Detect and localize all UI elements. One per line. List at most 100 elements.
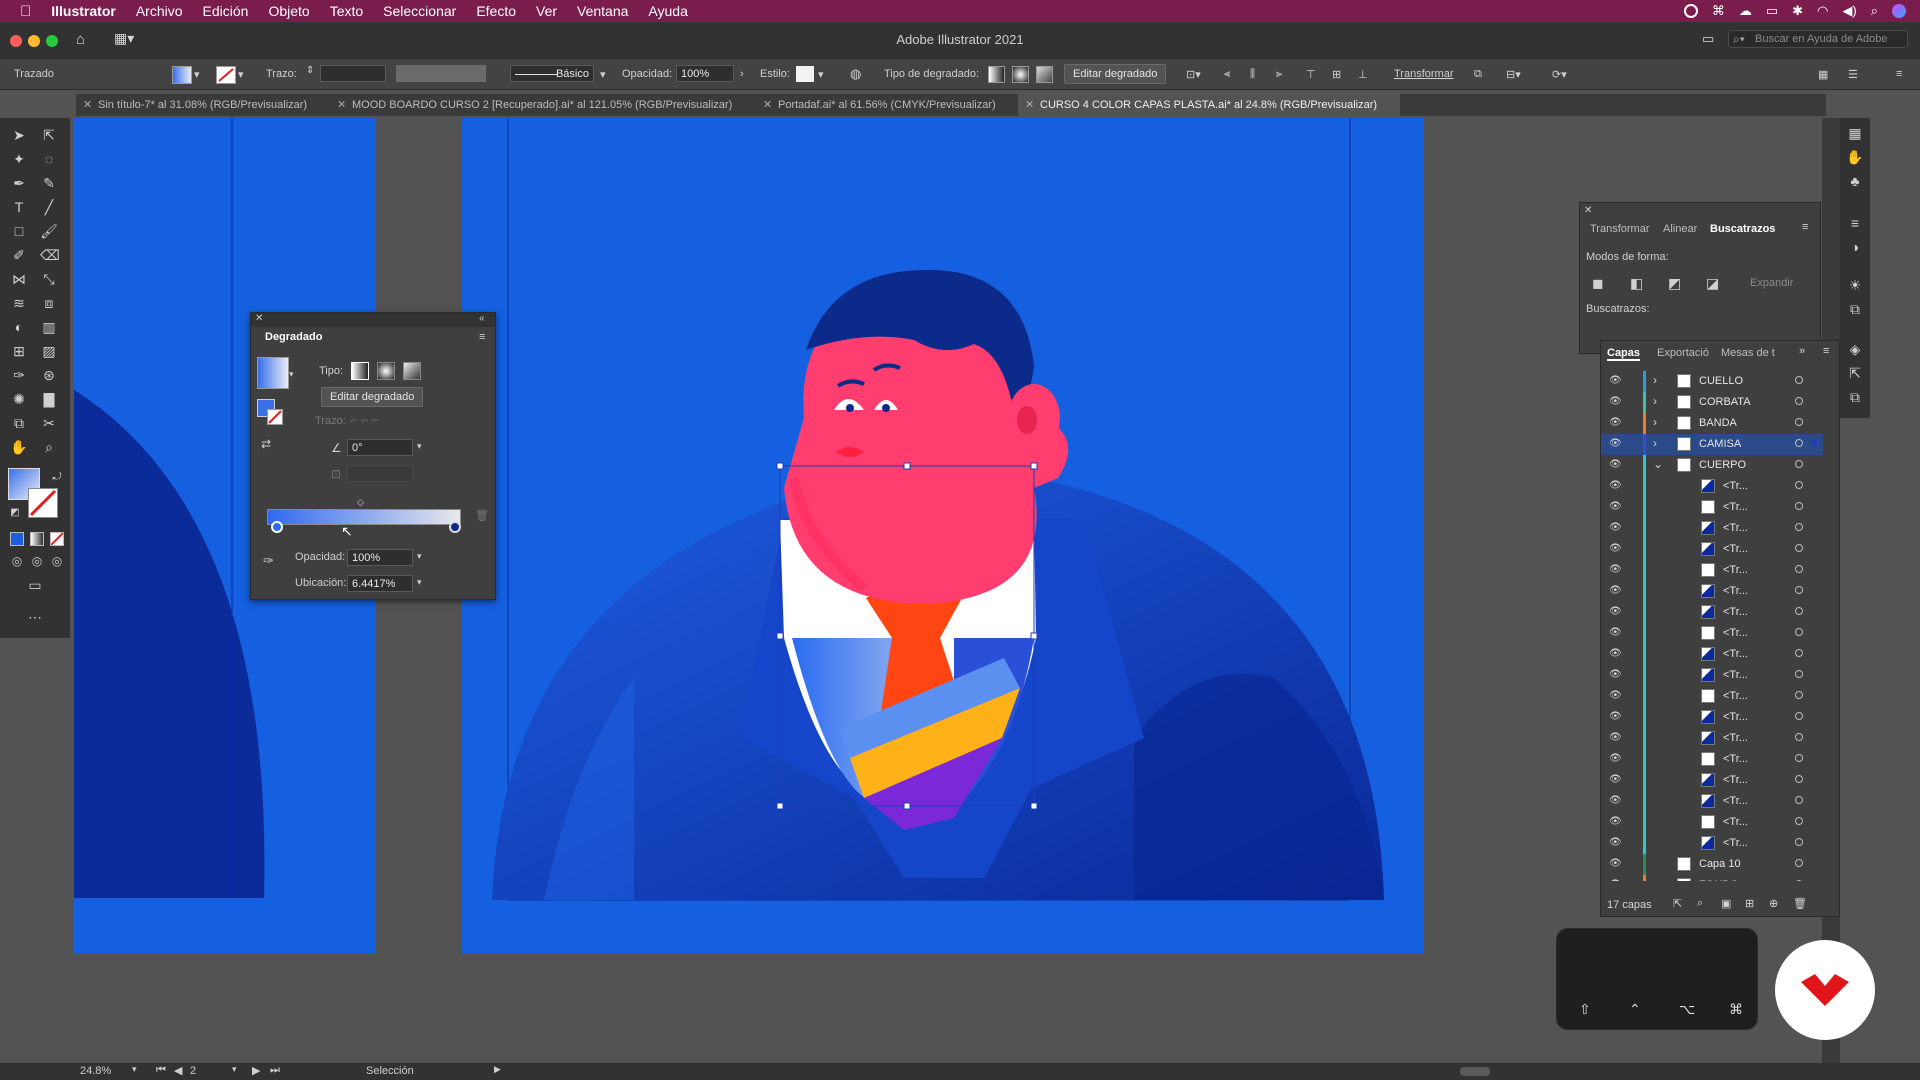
shape-builder-tool-icon[interactable]: ◐ [10, 318, 28, 336]
intersect-icon[interactable]: ◩ [1668, 275, 1681, 292]
status-arrow-icon[interactable]: ▶ [494, 1064, 501, 1075]
target-circle-icon[interactable] [1795, 712, 1803, 720]
target-circle-icon[interactable] [1795, 775, 1803, 783]
visibility-eye-icon[interactable]: 👁 [1609, 732, 1622, 743]
opacity-more-icon[interactable]: › [740, 68, 744, 80]
edit-gradient-button[interactable]: Editar degradado [1064, 64, 1167, 84]
width-tool-icon[interactable]: ≋ [10, 294, 28, 312]
stop-opacity-field[interactable]: 100% [347, 549, 413, 566]
mesh-tool-icon[interactable]: ⊞ [10, 342, 28, 360]
tab-align[interactable]: Alinear [1663, 223, 1697, 235]
reverse-gradient-icon[interactable]: ⇄ [261, 437, 271, 451]
swap-fill-stroke-icon[interactable]: ⤾ [48, 468, 66, 486]
menu-seleccionar[interactable]: Seleccionar [383, 3, 456, 19]
reflect-tool-icon[interactable]: ⋈ [10, 270, 28, 288]
angle-field[interactable]: 0° [347, 439, 413, 456]
layer-row[interactable]: 👁 <Tr... [1601, 518, 1823, 539]
fill-swatch[interactable] [172, 66, 192, 84]
target-circle-icon[interactable] [1795, 817, 1803, 825]
shaper-tool-icon[interactable]: ✐ [10, 246, 28, 264]
chevron-down-icon[interactable]: ⌄ [1653, 457, 1663, 471]
layer-list[interactable]: 👁 › CUELLO 👁 › CORBATA 👁 › BANDA 👁 › CAMISA 👁 ⌄ CUERPO… [1601, 371, 1825, 881]
record-icon[interactable] [1683, 4, 1698, 18]
apple-icon[interactable]:  [20, 3, 31, 20]
layer-row[interactable]: 👁 <Tr... [1601, 728, 1823, 749]
layer-row[interactable]: 👁 <Tr... [1601, 833, 1823, 854]
tab-mood-board[interactable]: ✕ MOOD BOARDO CURSO 2 [Recuperado].ai* al… [330, 94, 732, 116]
visibility-eye-icon[interactable]: 👁 [1609, 837, 1622, 848]
display-icon[interactable]: ▭ [1766, 3, 1778, 19]
target-circle-icon[interactable] [1795, 880, 1803, 881]
type-tool-icon[interactable]: T [10, 198, 28, 216]
layer-row[interactable]: 👁 <Tr... [1601, 539, 1823, 560]
target-circle-icon[interactable] [1795, 649, 1803, 657]
graphic-styles-icon[interactable]: ⧉ [1846, 300, 1864, 318]
align-left-icon[interactable]: ⫷ [1224, 68, 1230, 81]
layer-row[interactable]: 👁 › BANDA [1601, 413, 1823, 434]
visibility-eye-icon[interactable]: 👁 [1609, 480, 1622, 491]
visibility-eye-icon[interactable]: 👁 [1609, 648, 1622, 659]
target-circle-icon[interactable] [1795, 796, 1803, 804]
target-circle-icon[interactable] [1795, 670, 1803, 678]
stroke-weight-field[interactable] [320, 65, 386, 82]
gradient-mode-icon[interactable] [30, 532, 44, 546]
tab-pathfinder[interactable]: Buscatrazos [1710, 223, 1775, 235]
volume-icon[interactable]: ◀) [1842, 3, 1856, 19]
target-circle-icon[interactable] [1795, 460, 1803, 468]
layer-row[interactable]: 👁 <Tr... [1601, 812, 1823, 833]
target-circle-icon[interactable] [1795, 565, 1803, 573]
last-artboard-icon[interactable]: ⏭ [270, 1064, 280, 1077]
layer-row[interactable]: 👁 <Tr... [1601, 707, 1823, 728]
layer-row[interactable]: 👁 Capa 10 [1601, 854, 1823, 875]
chevron-right-icon[interactable]: › [1653, 415, 1657, 429]
opacity-field[interactable]: 100% [676, 65, 734, 82]
arrange-icon[interactable]: ⊟▾ [1506, 68, 1521, 81]
arrange-docs-icon[interactable]: ▭ [1702, 31, 1714, 47]
visibility-eye-icon[interactable]: 👁 [1609, 774, 1622, 785]
isolate-icon[interactable]: ⧉ [1474, 68, 1482, 81]
gradient-preview-swatch[interactable] [257, 357, 289, 389]
draw-inside-icon[interactable]: ◎ [48, 552, 66, 570]
blend-tool-icon[interactable]: ⊛ [40, 366, 58, 384]
style-swatch[interactable] [796, 66, 814, 82]
visibility-eye-icon[interactable]: 👁 [1609, 711, 1622, 722]
tab-sin-titulo[interactable]: ✕ Sin título-7* al 31.08% (RGB/Previsuali… [76, 94, 336, 116]
gradient-tool-icon[interactable]: ▨ [40, 342, 58, 360]
symbol-sprayer-tool-icon[interactable]: ✺ [10, 390, 28, 408]
menu-ventana[interactable]: Ventana [577, 3, 628, 19]
selection-tool-icon[interactable]: ➤ [10, 126, 28, 144]
hand-tool-icon[interactable]: ✋ [10, 438, 28, 456]
delete-stop-icon[interactable]: 🗑 [475, 509, 489, 522]
visibility-eye-icon[interactable]: 👁 [1609, 753, 1622, 764]
tab-close-icon[interactable]: ✕ [1025, 94, 1034, 116]
target-circle-icon[interactable] [1795, 733, 1803, 741]
stroke-panel-icon[interactable]: ≡ [1846, 214, 1864, 232]
column-graph-tool-icon[interactable]: ▇ [40, 390, 58, 408]
unite-icon[interactable]: ◼ [1592, 275, 1604, 292]
target-circle-icon[interactable] [1795, 691, 1803, 699]
first-artboard-icon[interactable]: ⏮ [156, 1064, 166, 1077]
target-circle-icon[interactable] [1795, 586, 1803, 594]
creative-cloud-icon[interactable]: ☁ [1739, 3, 1752, 19]
stroke-weight-stepper-icon[interactable]: ⇕ [306, 65, 314, 76]
artboard-tool-icon[interactable]: ⧉ [10, 414, 28, 432]
align-center-icon[interactable]: ⫼ [1250, 68, 1255, 81]
visibility-eye-icon[interactable]: 👁 [1609, 438, 1622, 449]
rectangle-tool-icon[interactable]: □ [10, 222, 28, 240]
export-panel-icon[interactable]: ⇱ [1846, 364, 1864, 382]
zoom-level[interactable]: 24.8% [80, 1065, 111, 1077]
option-key-icon[interactable]: ⌥ [1679, 1001, 1695, 1018]
edit-toolbar-icon[interactable]: ⋯ [26, 608, 44, 626]
layer-row[interactable]: 👁 <Tr... [1601, 686, 1823, 707]
horizontal-scrollbar[interactable] [1460, 1067, 1490, 1076]
target-circle-icon[interactable] [1795, 754, 1803, 762]
layer-row[interactable]: 👁 <Tr... [1601, 644, 1823, 665]
visibility-eye-icon[interactable]: 👁 [1609, 543, 1622, 554]
radial-type-button[interactable] [377, 362, 395, 380]
tab-artboards[interactable]: Mesas de t [1721, 347, 1775, 359]
panel-menu-icon[interactable]: ▦ [1818, 68, 1828, 81]
layer-row[interactable]: 👁 <Tr... [1601, 665, 1823, 686]
draw-behind-icon[interactable]: ◎ [28, 552, 46, 570]
visibility-eye-icon[interactable]: 👁 [1609, 879, 1622, 881]
clipping-mask-icon[interactable]: ▣ [1721, 897, 1731, 910]
